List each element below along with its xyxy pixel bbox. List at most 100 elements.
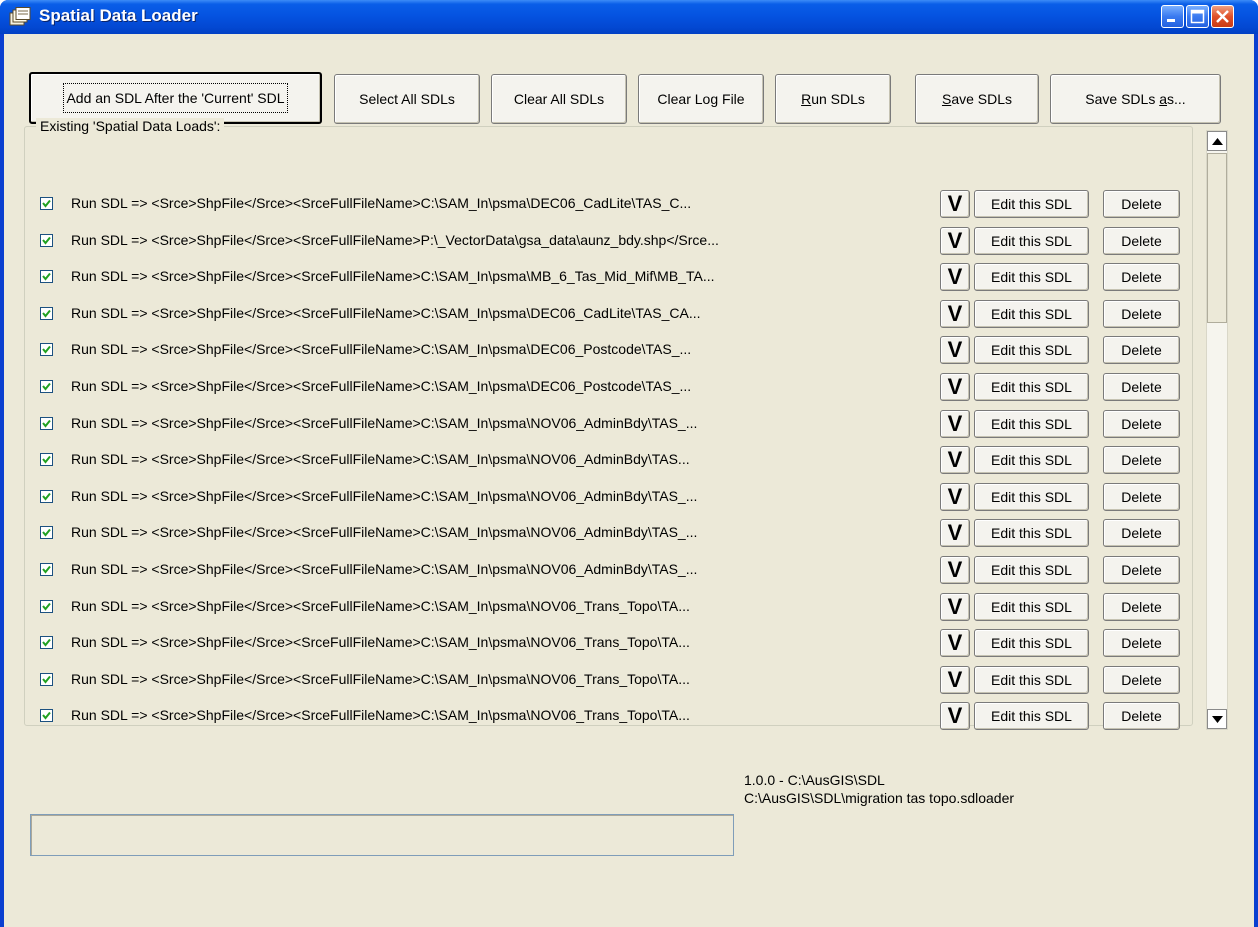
version-path-text: 1.0.0 - C:\AusGIS\SDL [744,772,885,788]
view-sdl-button[interactable]: V [940,556,970,584]
view-sdl-button[interactable]: V [940,519,970,548]
sdl-list-scrollbar[interactable] [1206,130,1228,730]
checkmark-icon [42,712,51,720]
edit-sdl-button[interactable]: Edit this SDL [974,665,1089,694]
clear-all-sdls-button[interactable]: Clear All SDLs [491,74,627,124]
edit-sdl-button[interactable]: Edit this SDL [974,263,1089,292]
window-title: Spatial Data Loader [39,6,198,25]
edit-sdl-button[interactable]: Edit this SDL [974,299,1089,328]
sdl-row-text: Run SDL => <Srce>ShpFile</Srce><SrceFull… [71,414,698,431]
edit-sdl-button[interactable]: Edit this SDL [974,592,1089,621]
scroll-down-button[interactable] [1207,709,1227,729]
checkmark-icon [42,419,51,428]
delete-sdl-button[interactable]: Delete [1103,556,1180,584]
add-sdl-button[interactable]: Add an SDL After the 'Current' SDL [29,72,322,124]
view-sdl-button[interactable]: V [940,702,970,731]
run-sdl-checkbox[interactable] [40,526,53,540]
view-sdl-button[interactable]: V [940,482,970,511]
run-sdl-checkbox[interactable] [40,416,53,430]
run-sdl-checkbox[interactable] [40,197,53,210]
run-sdl-checkbox[interactable] [40,563,53,576]
checkmark-icon [42,273,51,281]
view-sdl-button[interactable]: V [940,263,970,292]
run-sdls-label: Run SDLs [801,91,865,107]
view-sdl-button[interactable]: V [940,373,970,401]
edit-sdl-label: Edit this SDL [991,415,1072,432]
minimize-button[interactable] [1161,5,1184,28]
save-as-label-rest: s... [1167,91,1186,107]
delete-sdl-button[interactable]: Delete [1103,702,1180,731]
edit-sdl-button[interactable]: Edit this SDL [974,373,1089,401]
delete-sdl-label: Delete [1121,562,1162,578]
run-sdl-checkbox[interactable] [40,270,53,284]
view-sdl-button[interactable]: V [940,629,970,658]
view-sdl-button[interactable]: V [940,299,970,328]
edit-sdl-label: Edit this SDL [991,196,1072,212]
run-sdls-button[interactable]: Run SDLs [775,74,891,124]
checkmark-icon [42,675,51,684]
delete-sdl-button[interactable]: Delete [1103,482,1180,511]
delete-sdl-label: Delete [1121,525,1162,542]
sdl-row-text: Run SDL => <Srce>ShpFile</Srce><SrceFull… [71,561,698,577]
checkmark-icon [42,309,51,318]
view-sdl-button[interactable]: V [940,336,970,365]
run-sdl-checkbox[interactable] [40,709,53,723]
view-sdl-button[interactable]: V [940,226,970,255]
edit-sdl-button[interactable]: Edit this SDL [974,190,1089,218]
clear-log-file-button[interactable]: Clear Log File [638,74,764,124]
delete-sdl-button[interactable]: Delete [1103,190,1180,218]
run-sdl-checkbox[interactable] [40,453,53,467]
view-sdl-label: V [947,227,963,253]
edit-sdl-button[interactable]: Edit this SDL [974,482,1089,511]
delete-sdl-label: Delete [1121,452,1162,469]
delete-sdl-button[interactable]: Delete [1103,226,1180,255]
delete-sdl-button[interactable]: Delete [1103,299,1180,328]
run-sdl-checkbox[interactable] [40,343,53,357]
delete-sdl-button[interactable]: Delete [1103,373,1180,401]
maximize-button[interactable] [1186,5,1209,28]
edit-sdl-button[interactable]: Edit this SDL [974,702,1089,731]
view-sdl-button[interactable]: V [940,592,970,621]
view-sdl-button[interactable]: V [940,409,970,438]
sdl-row: Run SDL => <Srce>ShpFile</Srce><SrceFull… [40,189,1190,219]
edit-sdl-button[interactable]: Edit this SDL [974,336,1089,365]
run-sdl-checkbox[interactable] [40,233,53,247]
delete-sdl-button[interactable]: Delete [1103,336,1180,365]
delete-sdl-button[interactable]: Delete [1103,592,1180,621]
app-icon [9,7,31,26]
view-sdl-button[interactable]: V [940,446,970,475]
delete-sdl-button[interactable]: Delete [1103,665,1180,694]
run-sdl-checkbox[interactable] [40,306,53,320]
view-sdl-button[interactable]: V [940,190,970,218]
checkmark-icon [42,529,51,537]
edit-sdl-button[interactable]: Edit this SDL [974,519,1089,548]
run-sdl-checkbox[interactable] [40,672,53,686]
edit-sdl-button[interactable]: Edit this SDL [974,556,1089,584]
delete-sdl-label: Delete [1121,415,1162,432]
edit-sdl-label: Edit this SDL [991,379,1072,395]
edit-sdl-button[interactable]: Edit this SDL [974,446,1089,475]
scroll-thumb[interactable] [1207,153,1227,323]
run-sdl-checkbox[interactable] [40,489,53,503]
edit-sdl-button[interactable]: Edit this SDL [974,226,1089,255]
run-sdl-checkbox[interactable] [40,636,53,650]
close-button[interactable] [1211,5,1234,28]
scroll-up-button[interactable] [1207,131,1227,151]
checkmark-icon [42,565,51,574]
delete-sdl-button[interactable]: Delete [1103,629,1180,658]
delete-sdl-button[interactable]: Delete [1103,263,1180,292]
delete-sdl-button[interactable]: Delete [1103,409,1180,438]
title-bar[interactable]: Spatial Data Loader [0,0,1258,34]
view-sdl-button[interactable]: V [940,665,970,694]
delete-sdl-button[interactable]: Delete [1103,446,1180,475]
edit-sdl-button[interactable]: Edit this SDL [974,409,1089,438]
edit-sdl-button[interactable]: Edit this SDL [974,629,1089,658]
run-sdl-checkbox[interactable] [40,380,53,393]
save-sdls-as-button[interactable]: Save SDLs as... [1050,74,1221,124]
log-textbox[interactable] [30,814,734,856]
select-all-sdls-button[interactable]: Select All SDLs [334,74,480,124]
run-sdl-checkbox[interactable] [40,599,53,613]
delete-sdl-button[interactable]: Delete [1103,519,1180,548]
existing-sdls-group-label: Existing 'Spatial Data Loads': [36,118,225,134]
save-sdls-button[interactable]: Save SDLs [915,74,1039,124]
